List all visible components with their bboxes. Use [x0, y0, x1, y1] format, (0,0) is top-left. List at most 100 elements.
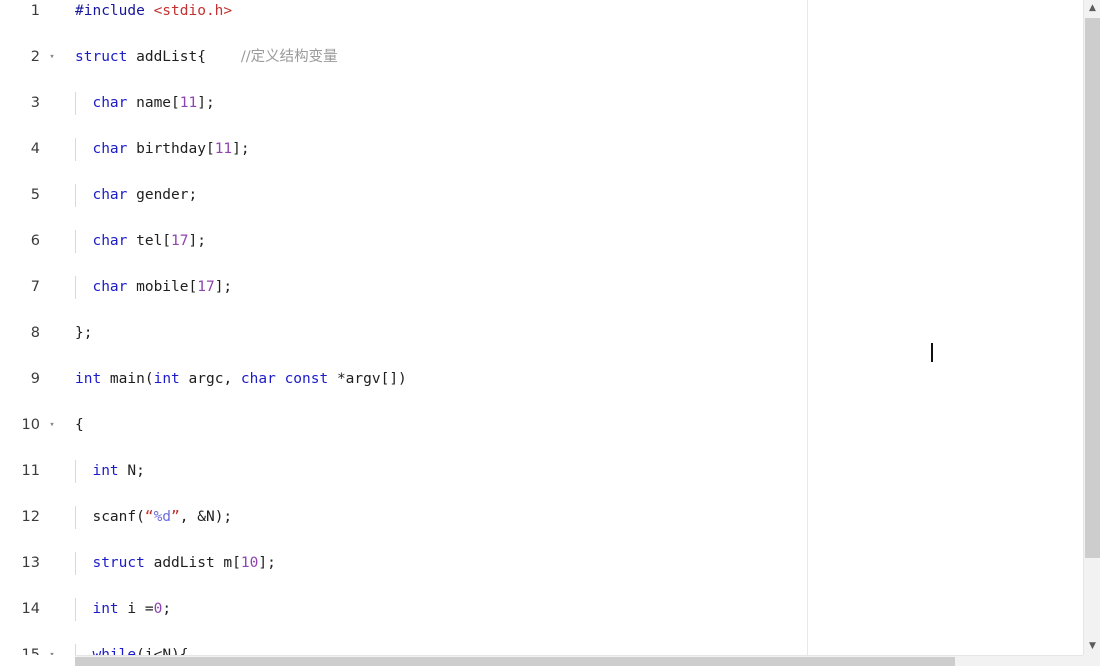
line-text[interactable]: { [75, 414, 84, 437]
code-token: char [92, 233, 128, 249]
line-number: 4 [30, 141, 40, 157]
code-line[interactable]: 7 char mobile[17]; [0, 276, 1083, 299]
code-lines-container[interactable]: 1 #include <stdio.h> 2 ▾ struct addList{ //定… [0, 0, 1083, 655]
horizontal-scrollbar[interactable] [75, 655, 1083, 666]
fold-placeholder [45, 138, 59, 161]
code-token: ]; [232, 141, 250, 157]
code-token: %d [153, 509, 172, 525]
code-token: 11 [179, 95, 198, 111]
code-line[interactable]: 8}; [0, 322, 1083, 345]
gutter[interactable]: 5 [0, 184, 75, 207]
code-token: tel[ [127, 233, 172, 249]
line-text[interactable]: int i =0; [75, 598, 171, 621]
code-line[interactable]: 5 char gender; [0, 184, 1083, 207]
line-text[interactable]: char gender; [75, 184, 197, 207]
fold-placeholder [45, 184, 59, 207]
code-token: *argv[]) [328, 371, 407, 387]
code-line[interactable]: 11 int N; [0, 460, 1083, 483]
code-token: 10 [240, 555, 259, 571]
gutter[interactable]: 12 [0, 506, 75, 529]
vertical-scrollbar[interactable]: ▲ ▼ [1083, 0, 1100, 655]
code-token: ]; [197, 95, 215, 111]
code-token: 11 [214, 141, 233, 157]
fold-toggle-icon[interactable]: ▾ [45, 414, 59, 437]
line-number: 15 [21, 647, 40, 655]
indent-guide [75, 184, 76, 207]
line-text[interactable]: char birthday[11]; [75, 138, 250, 161]
code-token: ” [171, 509, 180, 525]
line-text[interactable]: #include <stdio.h> [75, 0, 232, 23]
line-text[interactable]: char name[11]; [75, 92, 215, 115]
line-text[interactable]: int N; [75, 460, 144, 483]
code-token: const [284, 371, 329, 387]
code-token: “ [144, 509, 154, 525]
gutter[interactable]: 4 [0, 138, 75, 161]
fold-toggle-icon[interactable]: ▾ [45, 644, 59, 655]
code-line[interactable]: 12 scanf(“%d”, &N); [0, 506, 1083, 529]
code-token: ]; [258, 555, 276, 571]
code-line[interactable]: 9 int main(int argc, char const *argv[]) [0, 368, 1083, 391]
gutter[interactable]: 15 ▾ [0, 644, 75, 655]
code-editor[interactable]: 1 #include <stdio.h> 2 ▾ struct addList{ //定… [0, 0, 1100, 666]
gutter[interactable]: 8 [0, 322, 75, 345]
line-number: 2 [30, 49, 40, 65]
line-text[interactable]: int main(int argc, char const *argv[]) [75, 368, 407, 391]
gutter[interactable]: 10 ▾ [0, 414, 75, 437]
vertical-scrollbar-thumb[interactable] [1085, 18, 1100, 558]
scroll-up-arrow-icon[interactable]: ▲ [1084, 0, 1100, 17]
line-number: 13 [21, 555, 40, 571]
line-text[interactable]: struct addList{ //定义结构变量 [75, 46, 338, 69]
gutter[interactable]: 11 [0, 460, 75, 483]
code-line[interactable]: 4 char birthday[11]; [0, 138, 1083, 161]
code-token: , &N); [179, 509, 233, 525]
gutter[interactable]: 7 [0, 276, 75, 299]
code-line[interactable]: 13 struct addList m[10]; [0, 552, 1083, 575]
scroll-down-arrow-icon[interactable]: ▼ [1084, 638, 1100, 655]
code-line[interactable]: 2 ▾ struct addList{ //定义结构变量 [0, 46, 1083, 69]
code-line[interactable]: 1 #include <stdio.h> [0, 0, 1083, 23]
line-text[interactable]: scanf(“%d”, &N); [75, 506, 232, 529]
print-margin-ruler [807, 0, 808, 655]
code-viewport[interactable]: 1 #include <stdio.h> 2 ▾ struct addList{ //定… [0, 0, 1083, 655]
line-text[interactable]: char tel[17]; [75, 230, 206, 253]
gutter[interactable]: 2 ▾ [0, 46, 75, 69]
indent-guide [75, 276, 76, 299]
code-token: int [92, 463, 119, 479]
line-text[interactable]: char mobile[17]; [75, 276, 232, 299]
gutter[interactable]: 14 [0, 598, 75, 621]
code-token: gender; [127, 187, 198, 203]
fold-toggle-icon[interactable]: ▾ [45, 46, 59, 69]
gutter[interactable]: 3 [0, 92, 75, 115]
line-number: 6 [30, 233, 40, 249]
gutter[interactable]: 9 [0, 368, 75, 391]
text-caret [931, 343, 933, 362]
line-text[interactable]: struct addList m[10]; [75, 552, 276, 575]
code-line[interactable]: 6 char tel[17]; [0, 230, 1083, 253]
code-token: int [92, 601, 119, 617]
code-line[interactable]: 15 ▾ while(i<N){ [0, 644, 1083, 655]
line-number: 8 [30, 325, 40, 341]
fold-placeholder [45, 322, 59, 345]
code-token: char [92, 187, 128, 203]
code-token: char [92, 95, 128, 111]
code-line[interactable]: 10 ▾ { [0, 414, 1083, 437]
code-token: addList m[ [144, 555, 241, 571]
code-token: char [240, 371, 276, 387]
gutter[interactable]: 13 [0, 552, 75, 575]
horizontal-scrollbar-thumb[interactable] [75, 657, 955, 666]
line-text[interactable]: while(i<N){ [75, 644, 188, 655]
code-line[interactable]: 3 char name[11]; [0, 92, 1083, 115]
fold-placeholder [45, 598, 59, 621]
gutter[interactable]: 6 [0, 230, 75, 253]
fold-placeholder [45, 506, 59, 529]
code-token: addList{ [127, 49, 241, 65]
line-text[interactable]: }; [75, 322, 92, 345]
gutter[interactable]: 1 [0, 0, 75, 23]
code-line[interactable]: 14 int i =0; [0, 598, 1083, 621]
